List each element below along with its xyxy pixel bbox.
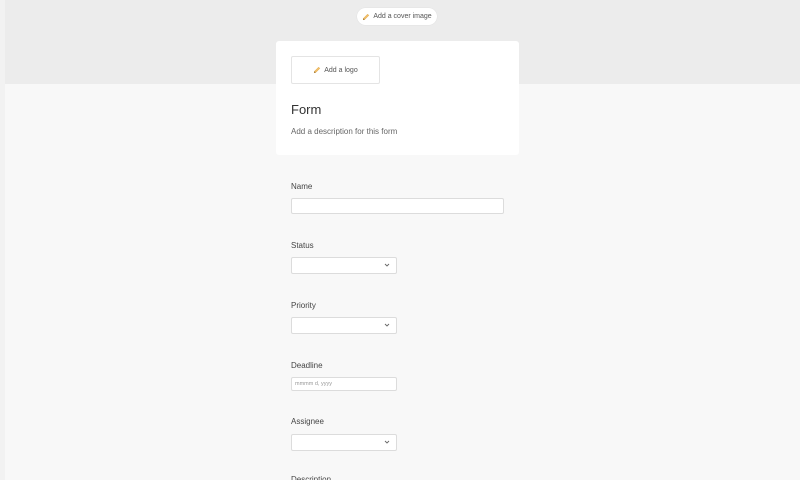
pencil-icon: [313, 66, 321, 74]
deadline-placeholder: mmmm d, yyyy: [295, 381, 332, 387]
status-select[interactable]: [291, 257, 397, 274]
priority-field-label: Priority: [291, 301, 316, 310]
assignee-field-label: Assignee: [291, 417, 324, 426]
form-description[interactable]: Add a description for this form: [291, 127, 397, 136]
chevron-down-icon: [384, 322, 390, 328]
priority-select[interactable]: [291, 317, 397, 334]
name-field-label: Name: [291, 182, 313, 191]
chevron-down-icon: [384, 439, 390, 445]
chevron-down-icon: [384, 262, 390, 268]
status-field-label: Status: [291, 241, 314, 250]
add-logo-label: Add a logo: [324, 66, 358, 74]
pencil-icon: [362, 13, 370, 21]
deadline-date-input[interactable]: mmmm d, yyyy: [291, 377, 397, 391]
add-logo-button[interactable]: Add a logo: [291, 56, 380, 84]
name-input[interactable]: [291, 198, 504, 214]
add-cover-image-label: Add a cover image: [373, 13, 432, 20]
deadline-field-label: Deadline: [291, 361, 323, 370]
next-field-label: Description: [291, 476, 331, 480]
form-header-card: Add a logo Form Add a description for th…: [276, 41, 519, 155]
assignee-select[interactable]: [291, 434, 397, 451]
add-cover-image-button[interactable]: Add a cover image: [357, 8, 437, 25]
form-title[interactable]: Form: [291, 102, 321, 117]
